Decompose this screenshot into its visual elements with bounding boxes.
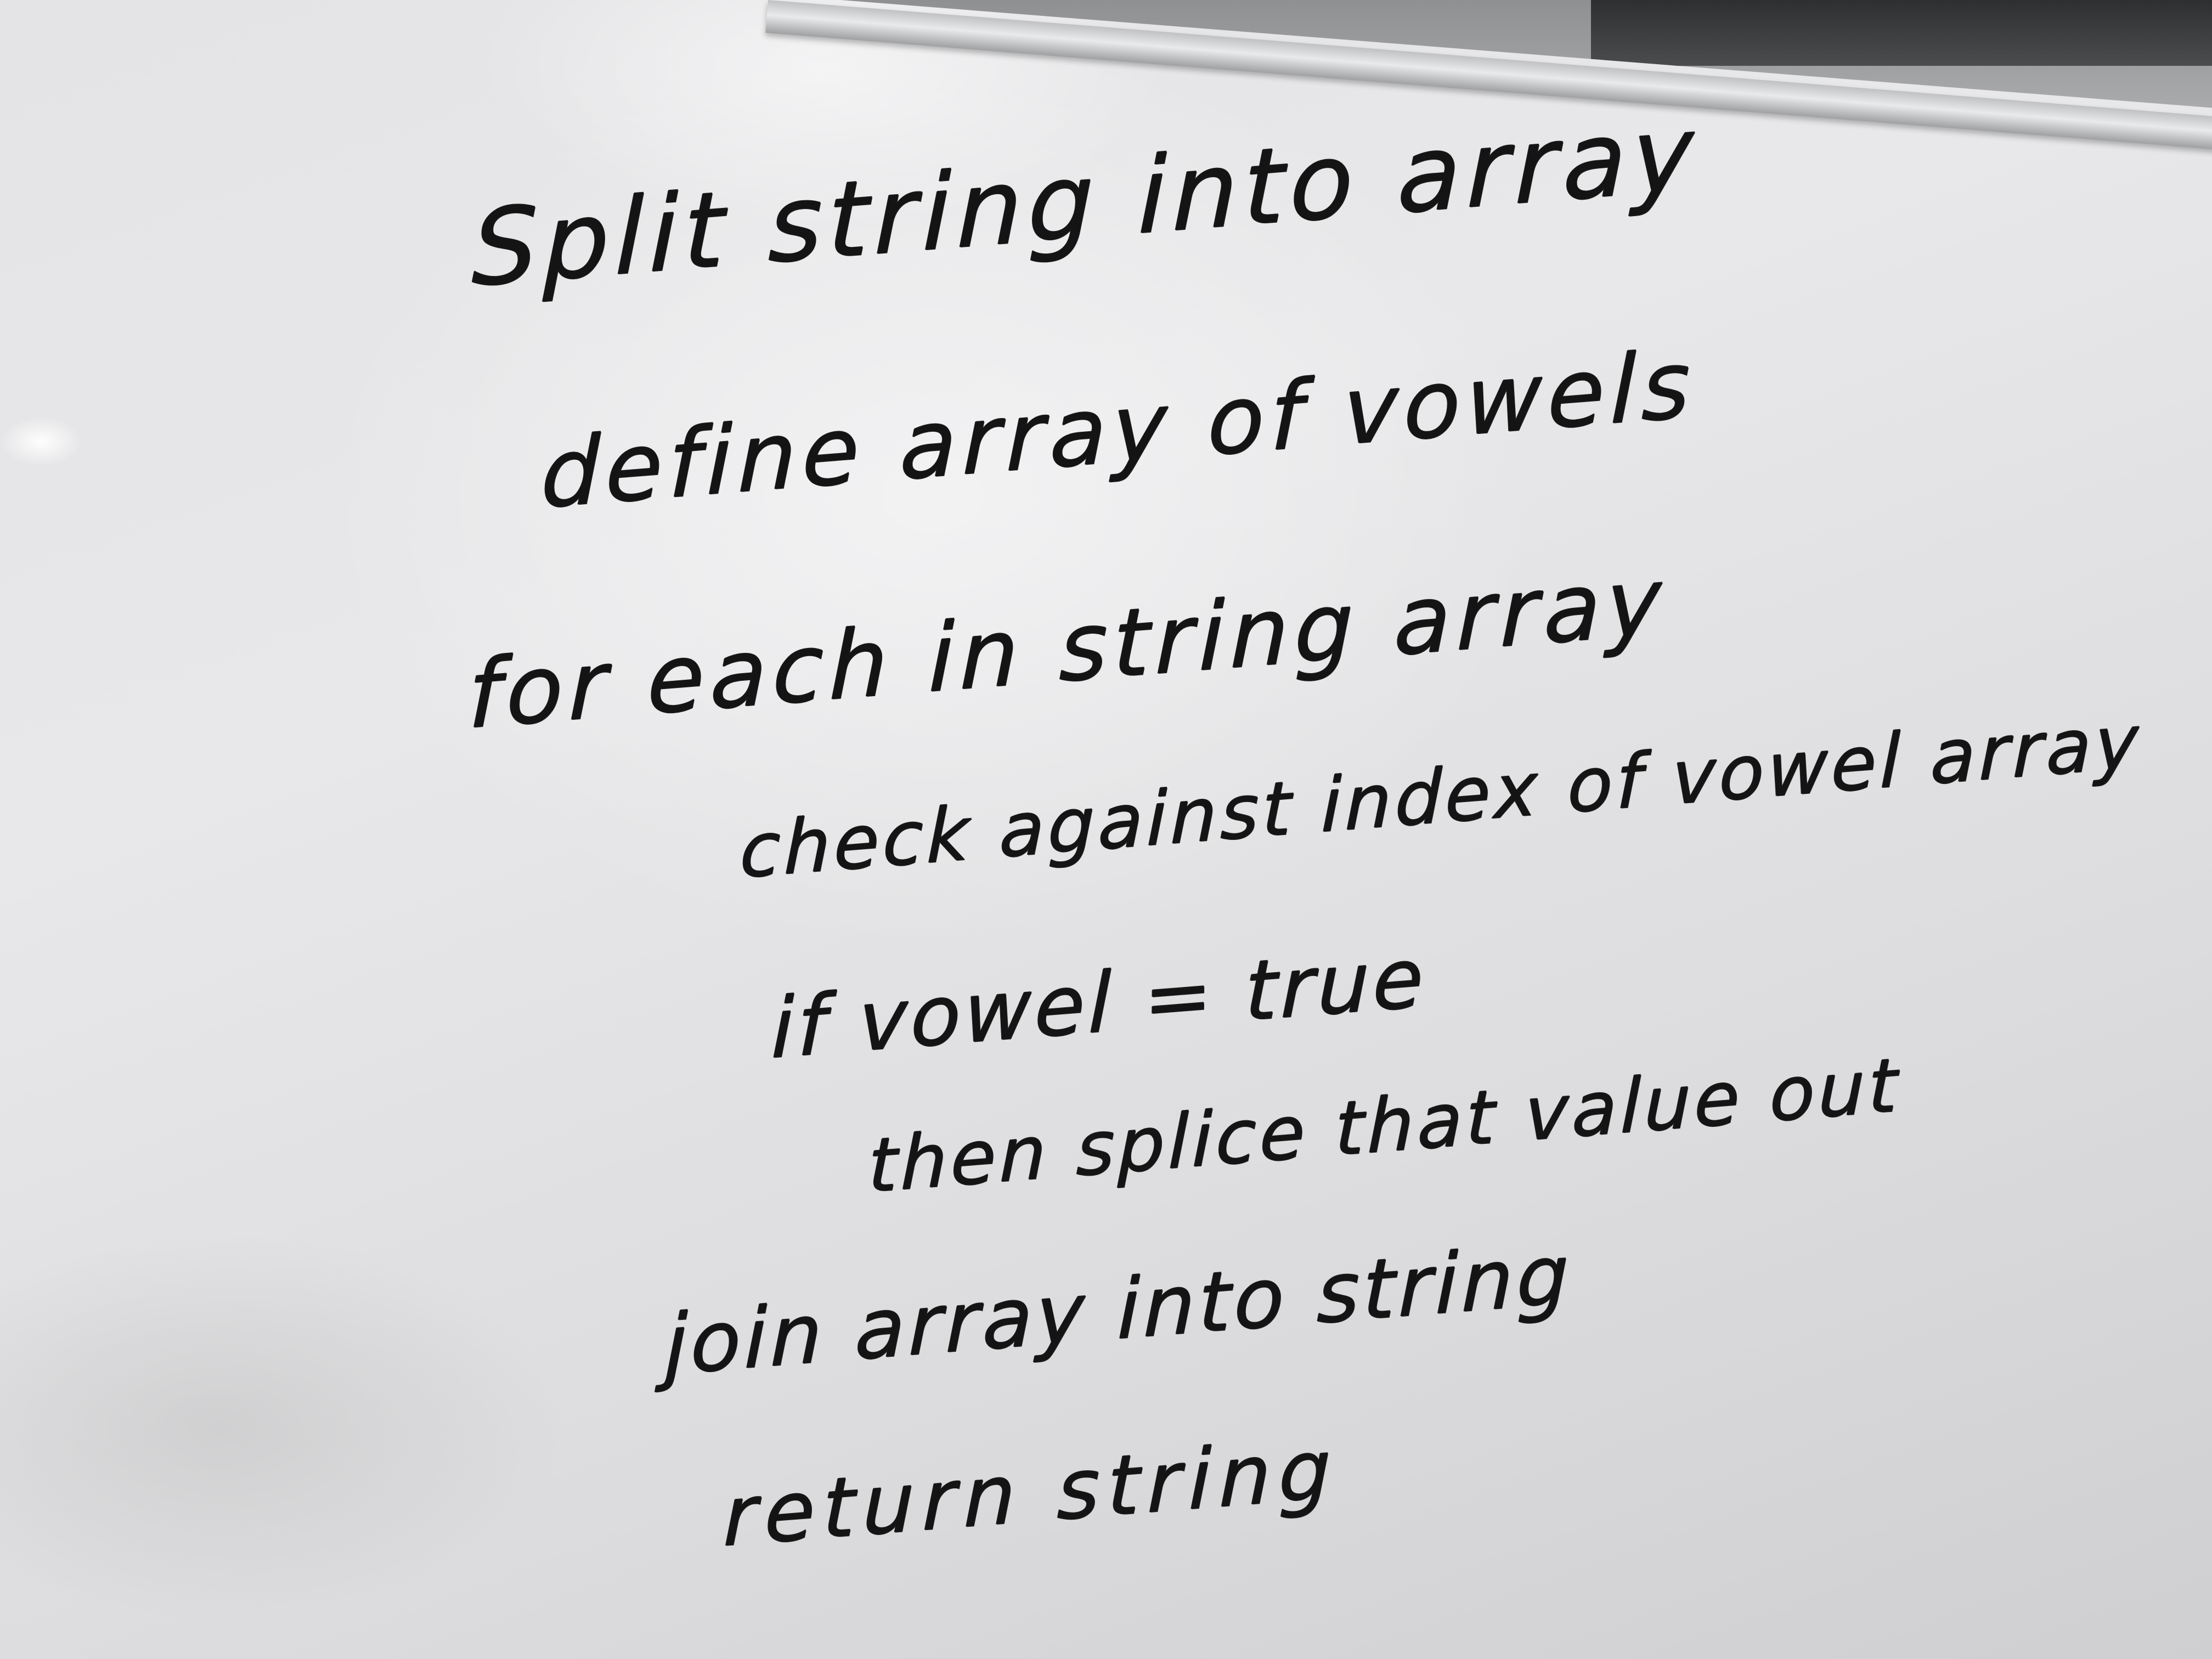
photo-scene: Split string into array define array of …	[0, 0, 2212, 1659]
whiteboard-surface: Split string into array define array of …	[0, 0, 2212, 1659]
note-line-split-string: Split string into array	[471, 92, 1700, 311]
note-line-if-vowel: if vowel = true	[770, 930, 1427, 1077]
dark-wall-corner	[1591, 0, 2212, 66]
handwritten-notes: Split string into array define array of …	[0, 0, 2209, 1659]
note-line-for-each: for each in string array	[467, 546, 1667, 751]
note-line-return-string: return string	[723, 1421, 1339, 1566]
note-line-join-array: join array into string	[664, 1227, 1573, 1394]
note-line-splice: then splice that value out	[868, 1042, 1901, 1210]
note-line-define-vowels: define array of vowels	[540, 330, 1696, 530]
note-line-check-index: check against index of vowel array	[740, 698, 2142, 895]
